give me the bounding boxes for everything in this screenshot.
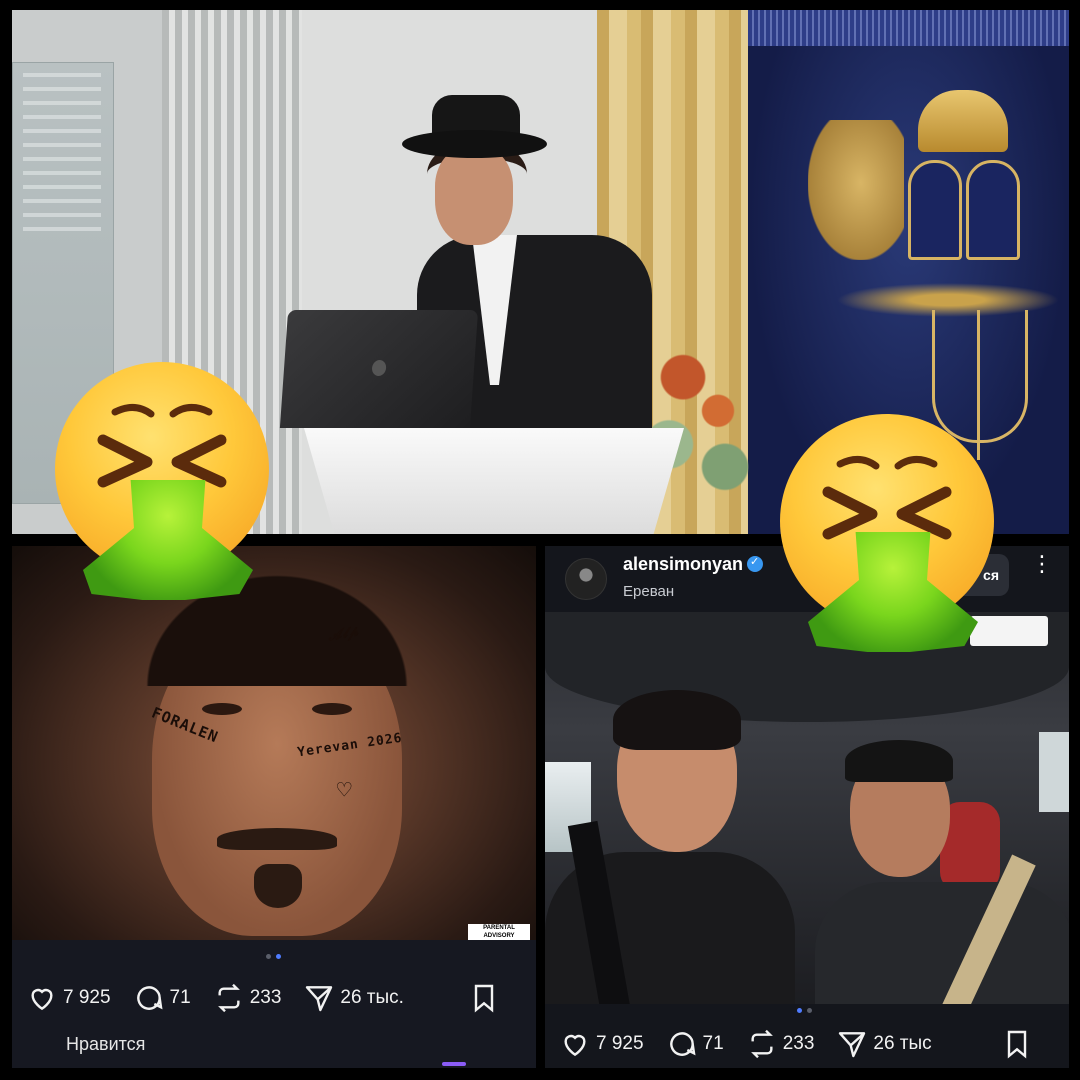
share-button[interactable]: 26 тыс. xyxy=(303,982,404,1014)
vomiting-face-icon xyxy=(55,362,275,602)
post-actions: 7 925 71 233 26 тыс xyxy=(559,1026,1055,1062)
heart-tattoo-icon: ♡ xyxy=(337,776,353,804)
heart-icon xyxy=(31,988,53,1011)
repost-button[interactable]: 233 xyxy=(746,1028,815,1060)
apple-logo-icon xyxy=(371,360,387,376)
comment-button[interactable]: 71 xyxy=(133,982,191,1014)
tablets-emblem xyxy=(908,160,1020,260)
laptop xyxy=(279,310,479,428)
likes-label[interactable]: Нравится xyxy=(66,1034,145,1055)
comment-count: 71 xyxy=(169,987,191,1008)
parental-advisory-label: PARENTAL ADVISORY xyxy=(468,924,530,940)
bookmark-button[interactable] xyxy=(1001,1028,1033,1060)
share-count: 26 тыс xyxy=(873,1033,932,1054)
repost-icon xyxy=(217,983,240,1013)
heart-icon xyxy=(564,1034,586,1057)
crown-emblem xyxy=(918,90,1008,152)
like-count: 7 925 xyxy=(63,987,111,1008)
bookmark-icon xyxy=(474,984,494,1013)
like-count: 7 925 xyxy=(596,1033,644,1054)
vomiting-face-icon xyxy=(780,414,1000,654)
send-icon xyxy=(306,986,333,1012)
share-count: 26 тыс. xyxy=(340,987,404,1008)
lion-emblem xyxy=(808,120,904,260)
verified-badge-icon xyxy=(747,555,764,572)
repost-icon xyxy=(750,1029,773,1059)
carousel-dots xyxy=(266,954,281,959)
bookmark-icon xyxy=(1007,1030,1027,1059)
car-selfie-photo[interactable] xyxy=(545,612,1069,1004)
more-options-icon[interactable]: ⋮ xyxy=(1031,553,1053,575)
repost-count: 233 xyxy=(782,1033,815,1054)
location[interactable]: Ереван xyxy=(623,583,674,600)
repost-count: 233 xyxy=(249,987,282,1008)
comment-button[interactable]: 71 xyxy=(666,1028,724,1060)
carousel-dot[interactable] xyxy=(266,954,271,959)
carousel-dot-active[interactable] xyxy=(276,954,281,959)
comment-count: 71 xyxy=(702,1033,724,1054)
comment-icon xyxy=(669,1032,696,1056)
album-post-card: 𝒜𝓁𝓅 FORALEN Yerevan 2026 ♡ PARENTAL ADVI… xyxy=(12,546,536,1068)
album-cover[interactable]: 𝒜𝓁𝓅 FORALEN Yerevan 2026 ♡ PARENTAL ADVI… xyxy=(12,546,536,940)
carousel-dots xyxy=(797,1008,812,1013)
send-icon xyxy=(839,1032,866,1058)
podium xyxy=(304,428,684,534)
like-button[interactable]: 7 925 xyxy=(559,1028,644,1060)
share-button[interactable]: 26 тыс xyxy=(836,1028,932,1060)
indicator xyxy=(442,1062,466,1066)
like-button[interactable]: 7 925 xyxy=(26,982,111,1014)
carousel-dot[interactable] xyxy=(807,1008,812,1013)
comment-icon xyxy=(136,986,163,1010)
username[interactable]: alensimonyan xyxy=(623,554,764,575)
repost-button[interactable]: 233 xyxy=(213,982,282,1014)
carousel-dot-active[interactable] xyxy=(797,1008,802,1013)
post-actions: 7 925 71 233 26 тыс. xyxy=(26,980,522,1016)
bookmark-button[interactable] xyxy=(468,982,500,1014)
avatar[interactable] xyxy=(565,558,607,600)
